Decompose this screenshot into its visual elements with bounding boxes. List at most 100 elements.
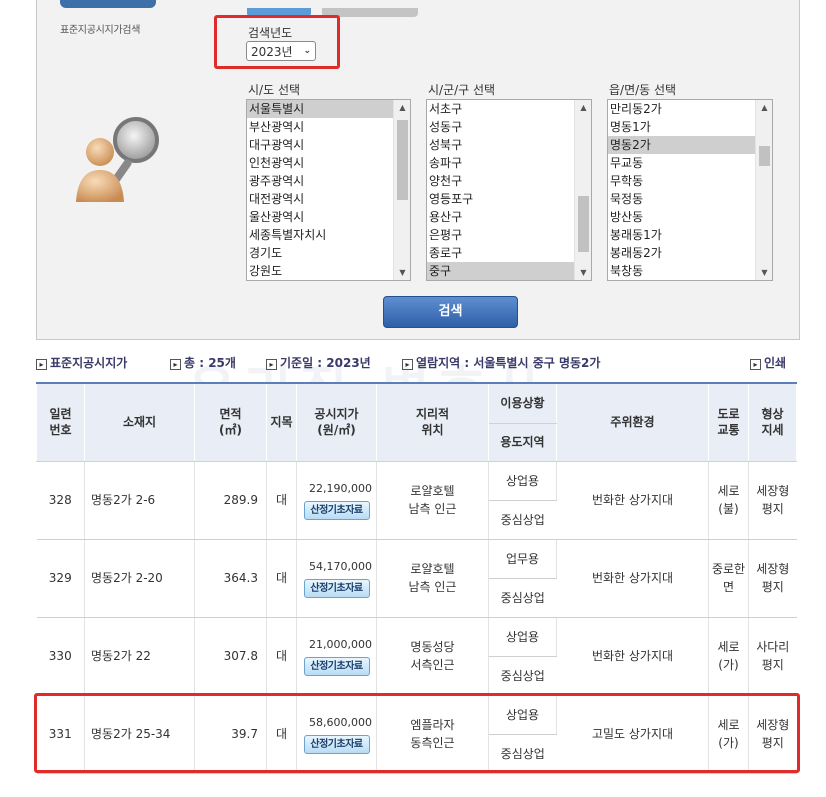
list-item[interactable]: 북창동 [608, 262, 772, 280]
list-item[interactable]: 성동구 [427, 118, 591, 136]
scroll-up-icon[interactable]: ▲ [575, 103, 591, 112]
cell-zone: 중심상업 [488, 656, 557, 696]
list-item[interactable]: 묵정동 [608, 190, 772, 208]
cell-no: 331 [36, 695, 85, 774]
list-item[interactable]: 서초구 [427, 100, 591, 118]
list-item[interactable]: 무학동 [608, 172, 772, 190]
header-address: 소재지 [84, 382, 195, 462]
scroll-down-icon[interactable]: ▼ [575, 268, 591, 277]
scroll-thumb[interactable] [397, 120, 408, 200]
table-row: 329 명동2가 2-20 364.3 대 54,170,000 산정기초자료 로얄호텔 남… [36, 539, 797, 618]
list-item[interactable]: 대전광역시 [247, 190, 410, 208]
list-item[interactable]: 명동1가 [608, 118, 772, 136]
scroll-up-icon[interactable]: ▲ [394, 103, 410, 112]
box-arrow-icon: ▸ [36, 359, 47, 370]
info-count: ▸ 총 : 25개 [170, 354, 236, 371]
scroll-up-icon[interactable]: ▲ [756, 103, 772, 112]
cell-no: 329 [36, 539, 85, 618]
header-price: 공시지가 (원/㎡) [296, 382, 377, 462]
cell-address: 명동2가 2-6 [84, 461, 195, 540]
cell-shape: 세장형 평지 [748, 539, 797, 618]
list-item[interactable]: 중구 [427, 262, 591, 280]
header-usage: 이용상황 [488, 382, 557, 424]
price-value: 22,190,000 [309, 482, 372, 495]
scroll-thumb[interactable] [578, 196, 589, 252]
calc-basis-button[interactable]: 산정기초자료 [303, 735, 370, 754]
list-item[interactable]: 용산구 [427, 208, 591, 226]
sido-scrollbar[interactable]: ▲ ▼ [393, 100, 410, 280]
cell-price: 58,600,000 산정기초자료 [296, 695, 377, 774]
table-row: 331 명동2가 25-34 39.7 대 58,600,000 산정기초자료 엠플라자 동… [36, 695, 797, 774]
cell-shape: 사다리 평지 [748, 617, 797, 696]
scroll-down-icon[interactable]: ▼ [394, 268, 410, 277]
header-area: 면적 (㎡) [194, 382, 267, 462]
sido-listbox[interactable]: 서울특별시 부산광역시 대구광역시 인천광역시 광주광역시 대전광역시 울산광역시 세종특별자… [246, 99, 411, 281]
cell-usage: 상업용 [488, 461, 557, 501]
info-base-date: ▸ 기준일 : 2023년 [266, 354, 371, 371]
list-item[interactable]: 강원도 [247, 262, 410, 280]
cell-zone: 중심상업 [488, 578, 557, 618]
cell-jimok: 대 [266, 695, 297, 774]
dong-scrollbar[interactable]: ▲ ▼ [755, 100, 772, 280]
cell-no: 330 [36, 617, 85, 696]
header-no: 일련 번호 [36, 382, 85, 462]
sigungu-listbox[interactable]: 서초구 성동구 성북구 송파구 양천구 영등포구 용산구 은평구 종로구 중구 ▲ ▼ [426, 99, 592, 281]
cell-area: 39.7 [194, 695, 267, 774]
list-item[interactable]: 종로구 [427, 244, 591, 262]
list-item[interactable]: 무교동 [608, 154, 772, 172]
cell-road: 중로한 면 [708, 539, 749, 618]
info-count-text: 총 : 25개 [184, 356, 236, 370]
print-link[interactable]: ▸ 인쇄 [750, 354, 786, 371]
scroll-down-icon[interactable]: ▼ [756, 268, 772, 277]
list-item[interactable]: 광주광역시 [247, 172, 410, 190]
list-item[interactable]: 인천광역시 [247, 154, 410, 172]
cell-zone: 중심상업 [488, 734, 557, 774]
cell-price: 21,000,000 산정기초자료 [296, 617, 377, 696]
list-item[interactable]: 울산광역시 [247, 208, 410, 226]
scroll-thumb[interactable] [759, 146, 770, 166]
list-item[interactable]: 봉래동1가 [608, 226, 772, 244]
print-icon: ▸ [750, 359, 761, 370]
list-item[interactable]: 송파구 [427, 154, 591, 172]
table-row: 328 명동2가 2-6 289.9 대 22,190,000 산정기초자료 로얄호텔 남측… [36, 461, 797, 540]
info-region-text: 열람지역 : 서울특별시 중구 명동2가 [416, 356, 601, 370]
search-button[interactable]: 검색 [383, 296, 518, 328]
list-item[interactable]: 부산광역시 [247, 118, 410, 136]
list-item[interactable]: 서울특별시 [247, 100, 410, 118]
calc-basis-button[interactable]: 산정기초자료 [303, 657, 370, 676]
list-item[interactable]: 대구광역시 [247, 136, 410, 154]
results-table: 일련 번호 소재지 면적 (㎡) 지목 공시지가 (원/㎡) 지리적 위치 이용… [36, 382, 797, 774]
sigungu-scrollbar[interactable]: ▲ ▼ [574, 100, 591, 280]
price-value: 21,000,000 [309, 638, 372, 651]
list-item[interactable]: 방산동 [608, 208, 772, 226]
list-item[interactable]: 은평구 [427, 226, 591, 244]
info-base-date-text: 기준일 : 2023년 [280, 356, 371, 370]
cell-usage: 상업용 [488, 617, 557, 657]
list-item[interactable]: 봉래동2가 [608, 244, 772, 262]
list-item[interactable]: 경기도 [247, 244, 410, 262]
list-item[interactable]: 명동2가 [608, 136, 772, 154]
dong-listbox[interactable]: 만리동2가 명동1가 명동2가 무교동 무학동 묵정동 방산동 봉래동1가 봉래동2가 북창동 ▲… [607, 99, 773, 281]
calc-basis-button[interactable]: 산정기초자료 [303, 579, 370, 598]
cell-price: 22,190,000 산정기초자료 [296, 461, 377, 540]
list-item[interactable]: 만리동2가 [608, 100, 772, 118]
table-row: 330 명동2가 22 307.8 대 21,000,000 산정기초자료 명동성당 서측인… [36, 617, 797, 696]
year-highlight-box [214, 15, 340, 69]
sigungu-options: 서초구 성동구 성북구 송파구 양천구 영등포구 용산구 은평구 종로구 중구 [427, 100, 591, 280]
cell-jimok: 대 [266, 539, 297, 618]
cell-address: 명동2가 22 [84, 617, 195, 696]
cell-surroundings: 번화한 상가지대 [556, 461, 709, 540]
cell-road: 세로 (가) [708, 617, 749, 696]
cell-address: 명동2가 2-20 [84, 539, 195, 618]
calc-basis-button[interactable]: 산정기초자료 [303, 501, 370, 520]
cell-jimok: 대 [266, 461, 297, 540]
header-jimok: 지목 [266, 382, 297, 462]
cell-usage: 상업용 [488, 695, 557, 735]
list-item[interactable]: 영등포구 [427, 190, 591, 208]
list-item[interactable]: 세종특별자치시 [247, 226, 410, 244]
header-location: 지리적 위치 [376, 382, 489, 462]
sigungu-label: 시/군/구 선택 [428, 83, 496, 97]
list-item[interactable]: 성북구 [427, 136, 591, 154]
dong-label: 읍/면/동 선택 [609, 83, 677, 97]
list-item[interactable]: 양천구 [427, 172, 591, 190]
